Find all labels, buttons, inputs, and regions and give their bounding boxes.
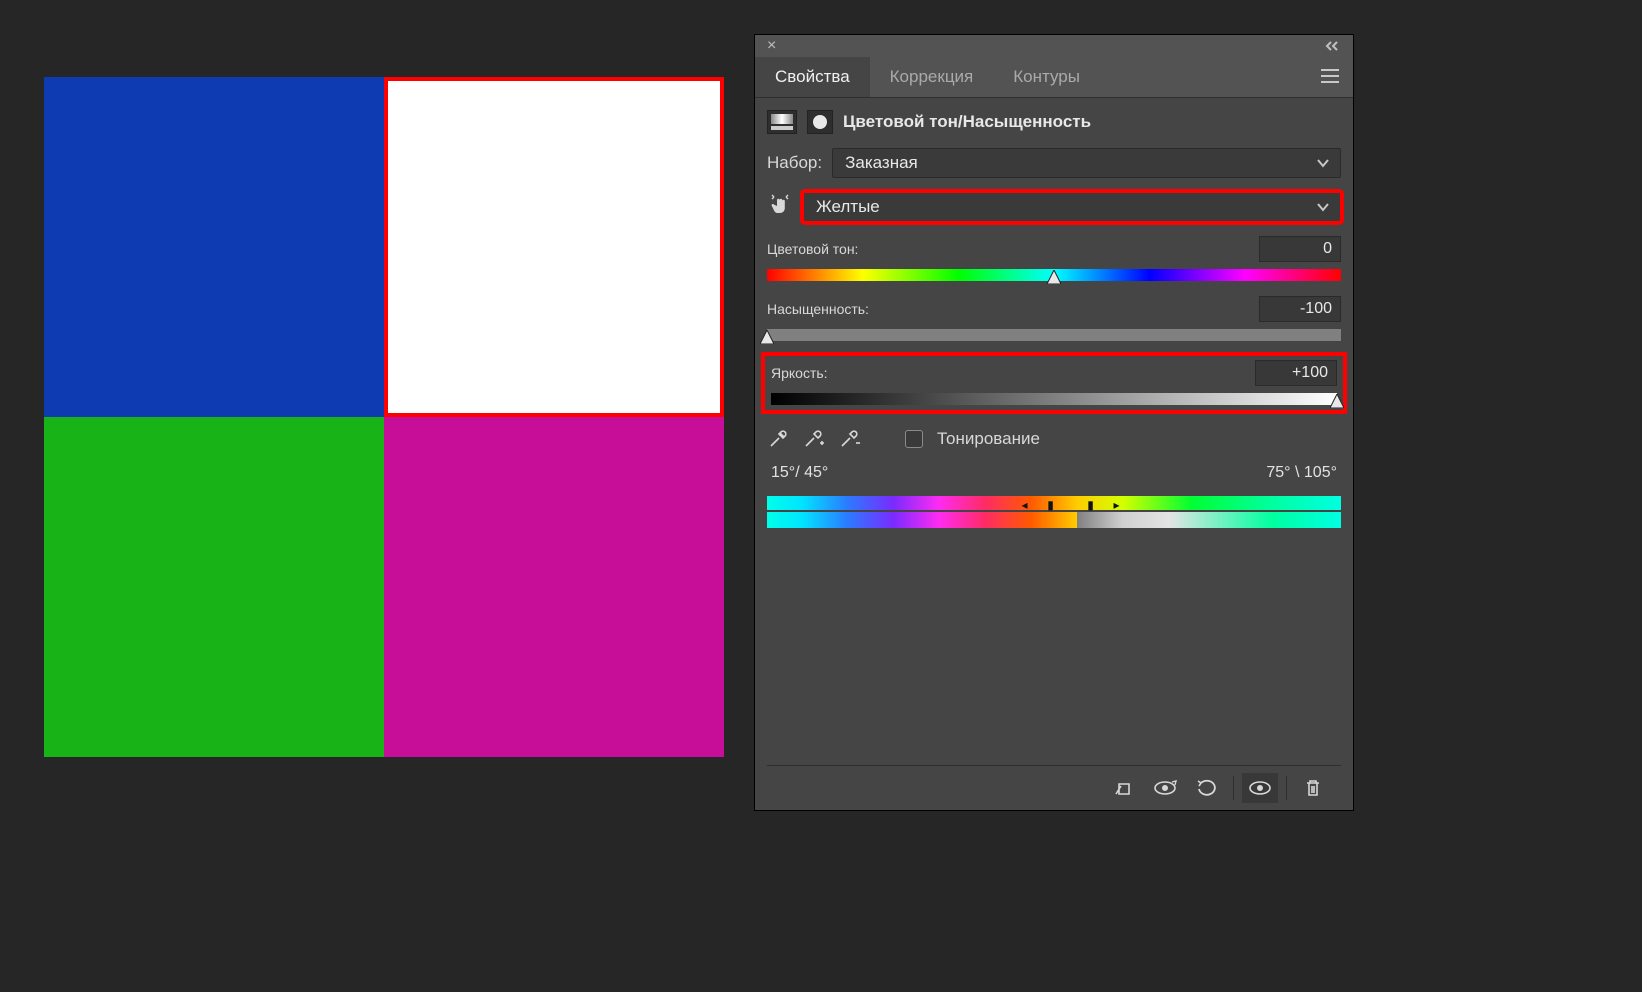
eyedropper-plus-icon[interactable] [803, 428, 825, 450]
lightness-label: Яркость: [771, 365, 828, 381]
hue-slider[interactable] [767, 268, 1341, 282]
panel-chrome: × [755, 35, 1353, 57]
chevron-down-icon [1316, 197, 1330, 217]
range-left: 15°/ 45° [771, 464, 828, 482]
properties-panel: × Свойства Коррекция Контуры Цветовой то… [755, 35, 1353, 810]
trash-icon[interactable] [1295, 773, 1331, 803]
hue-thumb[interactable] [1047, 270, 1061, 284]
quad-blue [44, 77, 384, 417]
targeted-adjust-icon[interactable] [767, 194, 793, 221]
lightness-slider[interactable] [771, 392, 1337, 406]
saturation-label: Насыщенность: [767, 301, 869, 317]
reset-icon[interactable] [1189, 773, 1225, 803]
panel-body: Цветовой тон/Насыщенность Набор: Заказна… [755, 98, 1353, 810]
preset-value: Заказная [845, 153, 918, 173]
hue-group: Цветовой тон: 0 [767, 236, 1341, 282]
collapse-icon[interactable] [1325, 40, 1341, 52]
channel-value: Желтые [816, 197, 880, 217]
eyedropper-row: Тонирование [767, 424, 1341, 450]
panel-tabs: Свойства Коррекция Контуры [755, 57, 1353, 98]
adjustment-title: Цветовой тон/Насыщенность [843, 112, 1091, 132]
quad-white-highlight [384, 77, 724, 417]
range-right: 75° \ 105° [1266, 464, 1337, 482]
hue-range-bottom-strip [767, 512, 1341, 528]
chevron-down-icon [1316, 153, 1330, 173]
canvas-area [0, 0, 774, 992]
preset-select[interactable]: Заказная [832, 148, 1341, 178]
hue-sat-icon [767, 110, 797, 134]
quad-green [44, 417, 384, 757]
saturation-group: Насыщенность: -100 [767, 296, 1341, 342]
hue-range-strips[interactable]: ◂▮▮▸ [767, 496, 1341, 528]
preset-label: Набор: [767, 153, 822, 173]
hue-value[interactable]: 0 [1259, 236, 1341, 262]
tab-properties[interactable]: Свойства [755, 57, 870, 97]
saturation-value[interactable]: -100 [1259, 296, 1341, 322]
close-icon[interactable]: × [767, 37, 776, 55]
tab-adjustments[interactable]: Коррекция [870, 57, 994, 97]
hue-range-readout: 15°/ 45° 75° \ 105° [767, 464, 1341, 482]
lightness-group: Яркость: +100 [761, 352, 1347, 414]
lightness-thumb[interactable] [1330, 394, 1344, 408]
preset-row: Набор: Заказная [767, 148, 1341, 178]
adjustment-header: Цветовой тон/Насыщенность [767, 110, 1341, 134]
tab-paths[interactable]: Контуры [993, 57, 1100, 97]
channel-row: Желтые [767, 192, 1341, 222]
colorize-label: Тонирование [937, 429, 1040, 449]
panel-menu-icon[interactable] [1307, 69, 1353, 86]
layer-mask-icon [807, 110, 833, 134]
visibility-icon[interactable] [1242, 773, 1278, 803]
hue-range-top-strip[interactable]: ◂▮▮▸ [767, 496, 1341, 510]
clip-to-layer-icon[interactable] [1105, 773, 1141, 803]
lightness-value[interactable]: +100 [1255, 360, 1337, 386]
view-previous-icon[interactable] [1147, 773, 1183, 803]
channel-select[interactable]: Желтые [803, 192, 1341, 222]
saturation-slider[interactable] [767, 328, 1341, 342]
hue-label: Цветовой тон: [767, 241, 858, 257]
colorize-checkbox[interactable] [905, 430, 923, 448]
image-quad [44, 77, 724, 757]
quad-magenta [384, 417, 724, 757]
saturation-thumb[interactable] [760, 330, 774, 344]
panel-footer [767, 765, 1341, 810]
eyedropper-minus-icon[interactable] [839, 428, 861, 450]
eyedropper-icon[interactable] [767, 428, 789, 450]
